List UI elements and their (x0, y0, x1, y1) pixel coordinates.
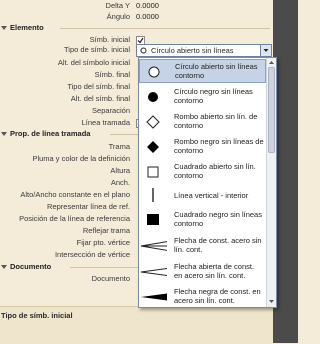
alt-simb-inicial-label: Alt. del símbolo inicial (57, 58, 130, 67)
section-elemento[interactable]: Elemento (0, 23, 270, 34)
tipo-simb-inicial-combo[interactable]: Círculo abierto sin líneas (136, 44, 272, 57)
angulo-value[interactable]: 0.0000 (136, 12, 159, 21)
filled-diamond-icon (147, 141, 159, 153)
separacion-label: Separación (92, 106, 130, 115)
list-item[interactable]: Cuadrado negro sin líneas contorno (139, 207, 266, 231)
tipo-simb-inicial-label: Tipo de símb. inicial (64, 45, 130, 54)
check-icon (137, 37, 144, 44)
altura-label: Altura (110, 166, 130, 175)
scrollbar-thumb[interactable] (268, 67, 275, 153)
list-item-label: Círculo negro sin líneas contorno (174, 87, 253, 105)
delta-y-value[interactable]: 0.0000 (136, 1, 159, 10)
tipo-simb-final-label: Tipo del símb. final (67, 82, 130, 91)
combo-value: Círculo abierto sin líneas (151, 46, 234, 55)
interseccion-vertice-label: Intersección de vértice (54, 250, 130, 259)
angulo-row: Ángulo 0.0000 (0, 12, 270, 22)
chevron-down-icon (263, 49, 269, 52)
section-documento-title: Documento (10, 262, 52, 271)
open-circle-icon (148, 66, 160, 78)
dropdown-scrollbar[interactable] (266, 58, 276, 307)
symbol-dropdown-list[interactable]: Círculo abierto sin líneas contorno Círc… (138, 57, 277, 308)
alto-ancho-label: Alto/Ancho constante en el plano (20, 190, 130, 199)
list-item[interactable]: Rombo negro sin líneas de contorno (139, 135, 266, 159)
section-prop-linea-title: Prop. de línea tramada (10, 129, 91, 138)
reflejar-trama-label: Reflejar trama (82, 226, 130, 235)
section-elemento-title: Elemento (10, 23, 44, 32)
trama-label: Trama (108, 142, 130, 151)
list-item-label: Rombo negro sin líneas de contorno (174, 137, 264, 155)
divider (60, 28, 270, 29)
scroll-up-icon[interactable] (267, 59, 276, 66)
representar-linea-label: Representar línea de ref. (47, 202, 130, 211)
filled-circle-icon (148, 92, 158, 102)
open-circle-icon (140, 47, 147, 54)
list-item-label: Rombo abierto sin lín. de contorno (174, 112, 258, 130)
list-item[interactable]: Flecha abierta de const. en acero sin lí… (139, 259, 266, 283)
linea-tramada-label: Línea tramada (81, 118, 130, 127)
anch-label: Anch. (110, 178, 130, 187)
angulo-label: Ángulo (106, 12, 130, 21)
list-item-label: Flecha de const. acero sin lín. cont. (174, 236, 262, 254)
list-item[interactable]: Flecha negra de const. en acero sin lín.… (139, 284, 266, 307)
list-item-label: Línea vertical - interior (174, 191, 249, 200)
delta-y-row: Delta Y 0.0000 (0, 1, 270, 11)
collapse-triangle-icon[interactable] (1, 25, 7, 30)
list-item[interactable]: Flecha de const. acero sin lín. cont. (139, 233, 266, 257)
posicion-linea-label: Posición de la línea de referencia (19, 214, 130, 223)
list-item-label: Círculo abierto sin líneas contorno (175, 62, 258, 80)
scroll-down-icon[interactable] (267, 298, 276, 305)
list-item[interactable]: Rombo abierto sin lín. de contorno (139, 110, 266, 134)
list-item-label: Cuadrado negro sin líneas contorno (174, 210, 262, 228)
simb-final-label: Símb. final (94, 70, 130, 79)
list-item[interactable]: Círculo abierto sin líneas contorno (139, 59, 266, 83)
collapse-triangle-icon[interactable] (1, 264, 7, 269)
pluma-color-label: Pluma y color de la definición (32, 154, 130, 163)
arrow-filled-icon (141, 293, 167, 301)
collapse-triangle-icon[interactable] (1, 131, 7, 136)
list-item-label: Flecha negra de const. en acero sin lín.… (174, 287, 261, 305)
documento-label: Documento (91, 274, 130, 283)
filled-square-icon (147, 214, 159, 225)
delta-y-label: Delta Y (105, 1, 130, 10)
list-item-label: Cuadrado abierto sin lín. contorno (174, 162, 256, 180)
arrow-open-wide-icon (140, 241, 167, 251)
arrow-open-icon (140, 268, 167, 276)
description-title: Tipo de símb. inicial (1, 311, 73, 320)
alt-simb-final-label: Alt. del símb. final (70, 94, 130, 103)
simb-inicial-label: Símb. inicial (89, 35, 130, 44)
list-item-label: Flecha abierta de const. en acero sin lí… (174, 262, 255, 280)
list-item[interactable]: Línea vertical - interior (139, 185, 266, 205)
combo-dropdown-button[interactable] (260, 45, 271, 56)
description-bar: Tipo de símb. inicial (0, 306, 273, 344)
fijar-vertice-label: Fijar pto. vértice (76, 238, 130, 247)
list-item[interactable]: Círculo negro sin líneas contorno (139, 85, 266, 109)
open-diamond-icon (146, 115, 160, 129)
